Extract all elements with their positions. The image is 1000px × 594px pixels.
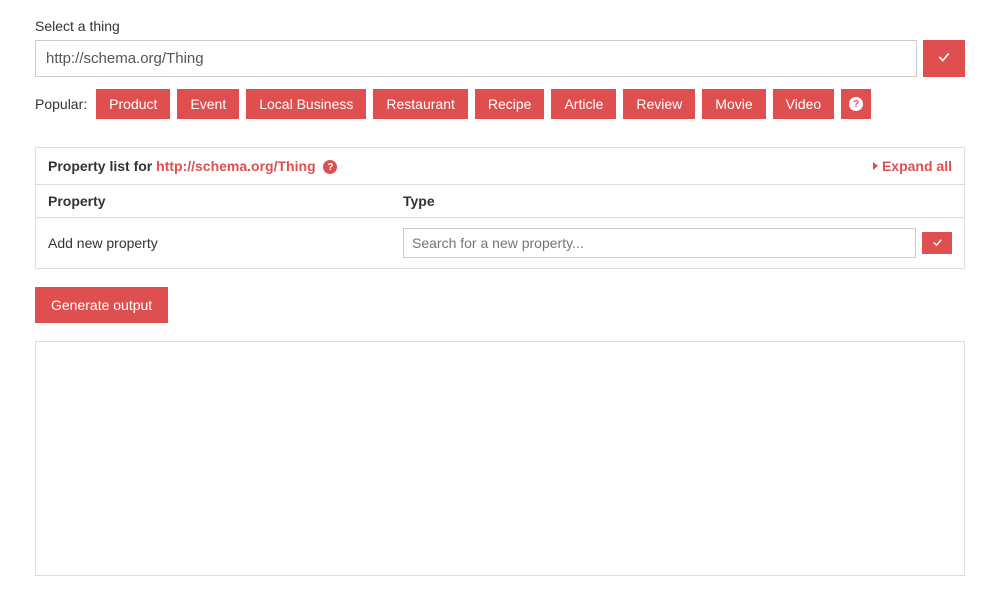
panel-header: Property list for http://schema.org/Thin… [36, 148, 964, 185]
col-type: Type [403, 193, 952, 209]
expand-all-label: Expand all [882, 158, 952, 174]
panel-title-link[interactable]: http://schema.org/Thing [156, 158, 315, 174]
panel-title-prefix: Property list for [48, 158, 156, 174]
check-icon [932, 236, 943, 251]
expand-all-button[interactable]: Expand all [873, 158, 952, 174]
add-property-label: Add new property [48, 235, 403, 251]
popular-label: Popular: [35, 96, 87, 112]
popular-product[interactable]: Product [96, 89, 170, 119]
popular-article[interactable]: Article [551, 89, 616, 119]
select-label: Select a thing [35, 18, 965, 34]
output-box [35, 341, 965, 576]
add-property-row: Add new property [36, 218, 964, 268]
col-property: Property [48, 193, 403, 209]
select-row [35, 40, 965, 77]
property-panel: Property list for http://schema.org/Thin… [35, 147, 965, 269]
check-icon [937, 50, 951, 67]
property-search-input[interactable] [403, 228, 916, 258]
popular-movie[interactable]: Movie [702, 89, 765, 119]
popular-video[interactable]: Video [773, 89, 835, 119]
panel-title: Property list for http://schema.org/Thin… [48, 158, 337, 174]
chevron-right-icon [873, 162, 878, 170]
popular-event[interactable]: Event [177, 89, 239, 119]
popular-local-business[interactable]: Local Business [246, 89, 366, 119]
popular-help-button[interactable]: ? [841, 89, 871, 119]
add-property-confirm-button[interactable] [922, 232, 952, 254]
popular-restaurant[interactable]: Restaurant [373, 89, 467, 119]
panel-help-icon[interactable]: ? [323, 160, 337, 174]
popular-row: Popular: Product Event Local Business Re… [35, 89, 965, 119]
table-header: Property Type [36, 185, 964, 218]
popular-review[interactable]: Review [623, 89, 695, 119]
help-icon: ? [849, 97, 863, 111]
confirm-thing-button[interactable] [923, 40, 965, 77]
generate-output-button[interactable]: Generate output [35, 287, 168, 323]
popular-recipe[interactable]: Recipe [475, 89, 545, 119]
add-property-input-wrap [403, 228, 952, 258]
thing-input[interactable] [35, 40, 917, 77]
